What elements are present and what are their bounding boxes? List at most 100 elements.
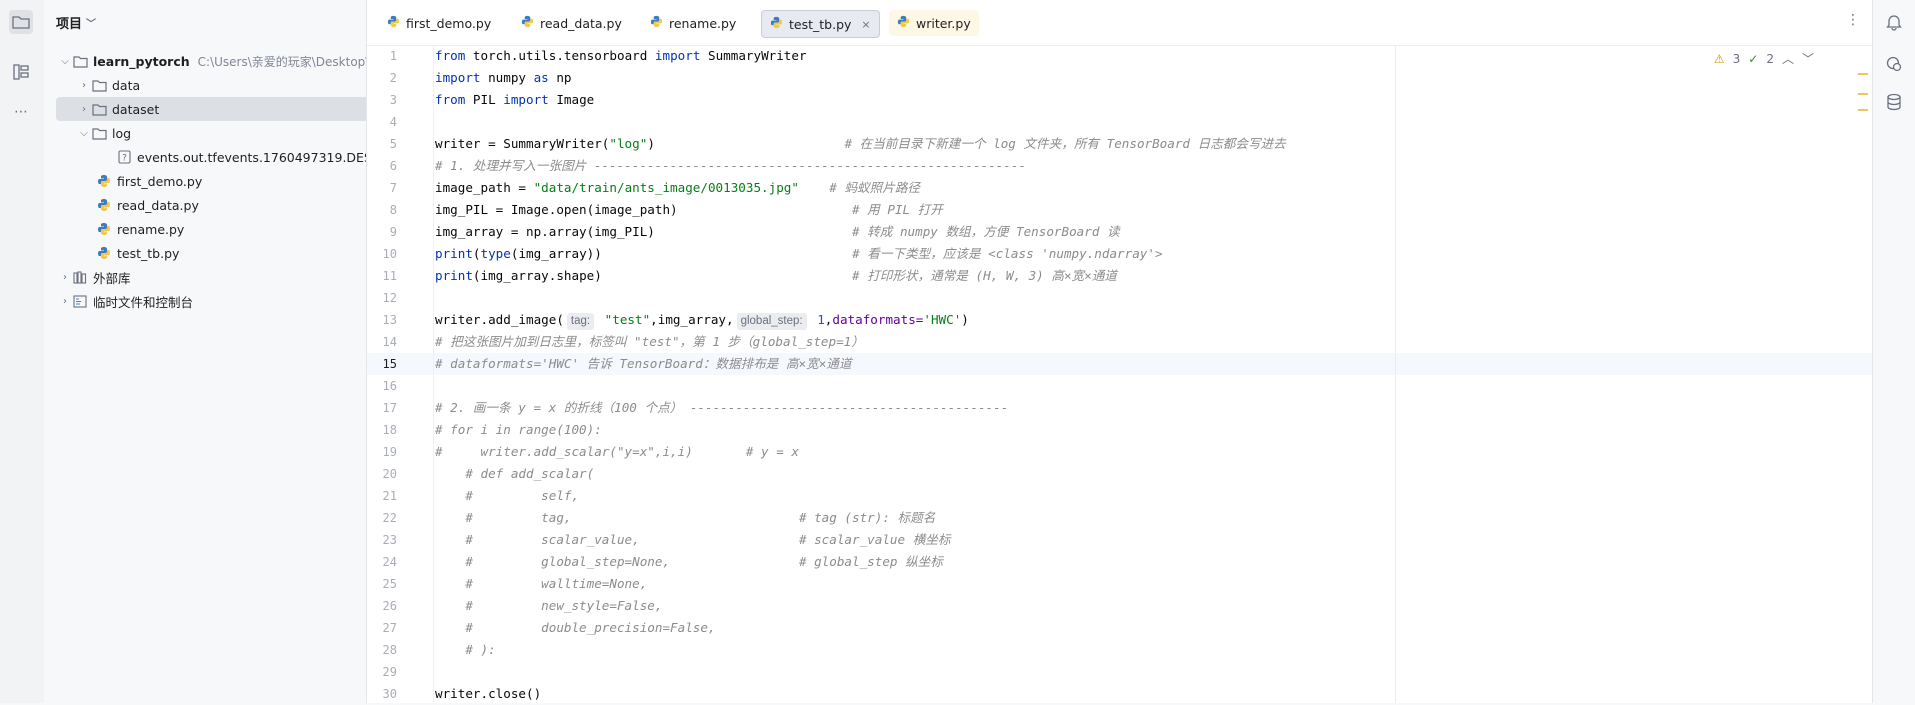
code-line-9: img_array = np.array(img_PIL) # 转成 numpy… bbox=[435, 221, 1120, 243]
structure-icon[interactable] bbox=[9, 60, 33, 84]
line-number[interactable]: 18 bbox=[367, 419, 397, 441]
code-token: writer.add_image( bbox=[435, 312, 564, 327]
tree-item-log[interactable]: ⌵ log bbox=[44, 121, 366, 145]
line-number[interactable]: 10 bbox=[367, 243, 397, 265]
tree-item-data[interactable]: › data bbox=[44, 73, 366, 97]
tree-item-rename[interactable]: rename.py bbox=[44, 217, 366, 241]
chevron-down-icon: ﹀ bbox=[86, 19, 97, 30]
line-number[interactable]: 24 bbox=[367, 551, 397, 573]
database-icon[interactable] bbox=[1882, 90, 1906, 114]
tree-item-external-libraries[interactable]: › 外部库 bbox=[44, 265, 366, 289]
line-number[interactable]: 25 bbox=[367, 573, 397, 595]
tab-first-demo[interactable]: first_demo.py bbox=[379, 10, 499, 36]
warning-marker[interactable] bbox=[1858, 109, 1868, 111]
tree-item-read-data[interactable]: read_data.py bbox=[44, 193, 366, 217]
code-line-30: writer.close() bbox=[435, 686, 542, 701]
line-number[interactable]: 20 bbox=[367, 463, 397, 485]
line-number[interactable]: 4 bbox=[367, 111, 397, 133]
gutter-separator bbox=[433, 45, 434, 703]
code-token: 1 bbox=[809, 312, 825, 327]
chevron-right-icon[interactable]: › bbox=[77, 80, 91, 91]
more-vertical-icon[interactable]: ⋮ bbox=[1846, 12, 1860, 28]
project-panel: 项目 ﹀ ⌵ learn_pytorch C:\Users\亲爱的玩家\Desk… bbox=[44, 0, 367, 703]
code-token: (img_array)) bbox=[510, 246, 853, 261]
tree-item-label: first_demo.py bbox=[117, 173, 203, 189]
code-comment: # 转成 numpy 数组，方便 TensorBoard 读 bbox=[852, 224, 1120, 239]
code-token: numpy bbox=[480, 70, 534, 85]
line-number[interactable]: 7 bbox=[367, 177, 397, 199]
line-number[interactable]: 3 bbox=[367, 89, 397, 111]
tree-item-test-tb[interactable]: test_tb.py bbox=[44, 241, 366, 265]
line-number[interactable]: 23 bbox=[367, 529, 397, 551]
tree-item-learn-pytorch[interactable]: ⌵ learn_pytorch C:\Users\亲爱的玩家\Desktop\p bbox=[44, 49, 366, 73]
python-file-icon bbox=[96, 173, 112, 189]
line-number[interactable]: 28 bbox=[367, 639, 397, 661]
library-icon bbox=[72, 269, 88, 285]
project-folder-icon[interactable] bbox=[9, 10, 33, 34]
tree-item-first-demo[interactable]: first_demo.py bbox=[44, 169, 366, 193]
code-token: import bbox=[435, 70, 481, 85]
notifications-icon[interactable] bbox=[1882, 10, 1906, 34]
chevron-down-icon[interactable]: ⌵ bbox=[77, 128, 91, 139]
line-number[interactable]: 1 bbox=[367, 45, 397, 67]
code-token: ) bbox=[961, 312, 969, 327]
line-number[interactable]: 21 bbox=[367, 485, 397, 507]
warning-marker[interactable] bbox=[1858, 73, 1868, 75]
code-token: img_PIL = Image.open(image_path) bbox=[435, 202, 853, 217]
parameter-hint: tag: bbox=[566, 313, 595, 330]
tab-rename[interactable]: rename.py bbox=[642, 10, 744, 36]
tab-test-tb[interactable]: test_tb.py × bbox=[761, 10, 880, 38]
code-token: type bbox=[480, 246, 511, 261]
chevron-right-icon[interactable]: › bbox=[58, 296, 72, 307]
chevron-right-icon[interactable]: › bbox=[77, 104, 91, 115]
editor-scrollbar[interactable] bbox=[1858, 45, 1868, 703]
tree-item-label: log bbox=[112, 125, 132, 141]
tree-item-events-file[interactable]: ? events.out.tfevents.1760497319.DESKTO bbox=[44, 145, 366, 169]
code-line-20: # def add_scalar( bbox=[435, 466, 595, 481]
code-token: from bbox=[435, 92, 466, 107]
line-number[interactable]: 5 bbox=[367, 133, 397, 155]
tab-label: rename.py bbox=[669, 15, 737, 31]
project-panel-header[interactable]: 项目 ﹀ bbox=[56, 13, 96, 32]
line-number[interactable]: 17 bbox=[367, 397, 397, 419]
warning-marker[interactable] bbox=[1858, 93, 1868, 95]
code-token: torch.utils.tensorboard bbox=[465, 48, 655, 63]
line-number[interactable]: 8 bbox=[367, 199, 397, 221]
code-comment: # 用 PIL 打开 bbox=[852, 202, 943, 217]
line-number[interactable]: 19 bbox=[367, 441, 397, 463]
tree-item-scratches[interactable]: › 临时文件和控制台 bbox=[44, 289, 366, 313]
line-number[interactable]: 6 bbox=[367, 155, 397, 177]
line-number-gutter: 1 2 3 4 5 6 7 8 9 10 11 12 13 14 15 16 17 18 19 20 21 22 23 24 2… bbox=[367, 45, 427, 703]
tree-item-dataset[interactable]: › dataset bbox=[56, 97, 366, 121]
tab-read-data[interactable]: read_data.py bbox=[513, 10, 630, 36]
code-token: import bbox=[503, 92, 549, 107]
code-area[interactable]: from torch.utils.tensorboard import Summ… bbox=[435, 45, 1865, 703]
more-tools-icon[interactable]: ⋯ bbox=[9, 100, 33, 124]
code-line-13: writer.add_image(tag: "test",img_array, g… bbox=[435, 309, 969, 331]
line-number[interactable]: 29 bbox=[367, 661, 397, 683]
tree-item-label: dataset bbox=[112, 101, 160, 117]
code-line-15: # dataformats='HWC' 告诉 TensorBoard：数据排布是… bbox=[435, 356, 852, 371]
close-icon[interactable]: × bbox=[861, 18, 870, 31]
line-number[interactable]: 15 bbox=[367, 353, 397, 375]
folder-icon bbox=[91, 125, 107, 141]
line-number[interactable]: 13 bbox=[367, 309, 397, 331]
line-number[interactable]: 12 bbox=[367, 287, 397, 309]
line-number[interactable]: 14 bbox=[367, 331, 397, 353]
code-token: PIL bbox=[465, 92, 504, 107]
line-number[interactable]: 26 bbox=[367, 595, 397, 617]
code-line-3: from PIL import Image bbox=[435, 89, 594, 111]
line-number[interactable]: 9 bbox=[367, 221, 397, 243]
line-number[interactable]: 27 bbox=[367, 617, 397, 639]
ai-assistant-icon[interactable] bbox=[1882, 52, 1906, 76]
line-number[interactable]: 22 bbox=[367, 507, 397, 529]
line-number[interactable]: 16 bbox=[367, 375, 397, 397]
chevron-down-icon[interactable]: ⌵ bbox=[58, 56, 72, 67]
line-number[interactable]: 2 bbox=[367, 67, 397, 89]
tab-writer[interactable]: writer.py bbox=[889, 10, 979, 36]
code-token: print bbox=[435, 268, 473, 283]
chevron-right-icon[interactable]: › bbox=[58, 272, 72, 283]
code-token: "test" bbox=[597, 312, 651, 327]
line-number[interactable]: 11 bbox=[367, 265, 397, 287]
line-number[interactable]: 30 bbox=[367, 683, 397, 705]
